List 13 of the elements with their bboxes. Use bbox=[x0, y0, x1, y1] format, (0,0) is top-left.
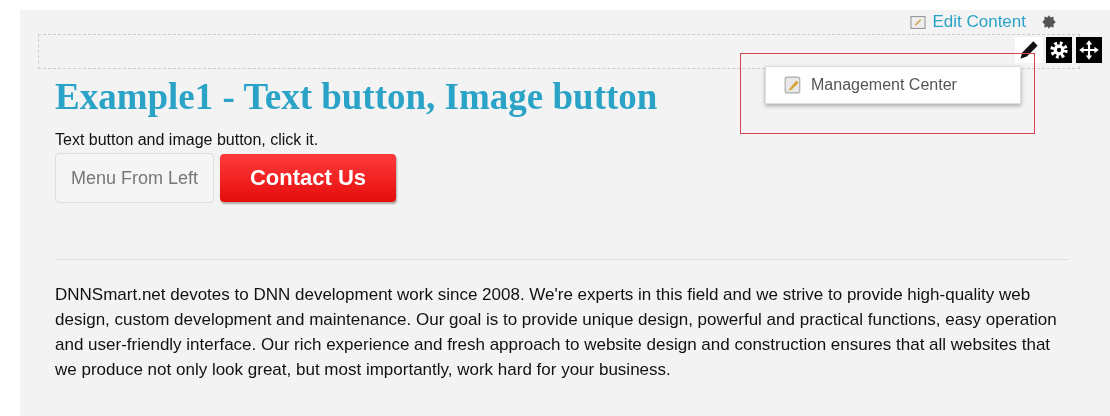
page-heading: Example1 - Text button, Image button bbox=[55, 77, 658, 117]
description-paragraph: DNNSmart.net devotes to DNN development work since 2008. We're experts in this field and we strive to provide high-quality web design, custom development and maintenance. Our goal is to provide unique design, powerful and practical functions, easy operation and user-friendly interface. Our rich experience and fresh approach to website design and construction ensures that all websites that we produce not only look great, but most importantly, work hard for your business. bbox=[55, 284, 1058, 381]
pencil-icon[interactable] bbox=[1015, 37, 1043, 63]
menu-button[interactable]: Menu From Left bbox=[55, 153, 215, 203]
contact-button[interactable]: Contact Us bbox=[220, 154, 397, 202]
edit-icon bbox=[784, 76, 802, 94]
settings-icon[interactable] bbox=[1045, 37, 1073, 63]
menu-item[interactable]: Management Center bbox=[766, 67, 1020, 103]
intro-text: Text button and image button, click it. bbox=[55, 131, 320, 149]
move-icon[interactable] bbox=[1075, 37, 1103, 63]
gear-icon[interactable] bbox=[1040, 13, 1058, 31]
edit-icon[interactable] bbox=[910, 15, 927, 29]
edit-content-link[interactable]: Edit Content bbox=[910, 12, 1026, 32]
